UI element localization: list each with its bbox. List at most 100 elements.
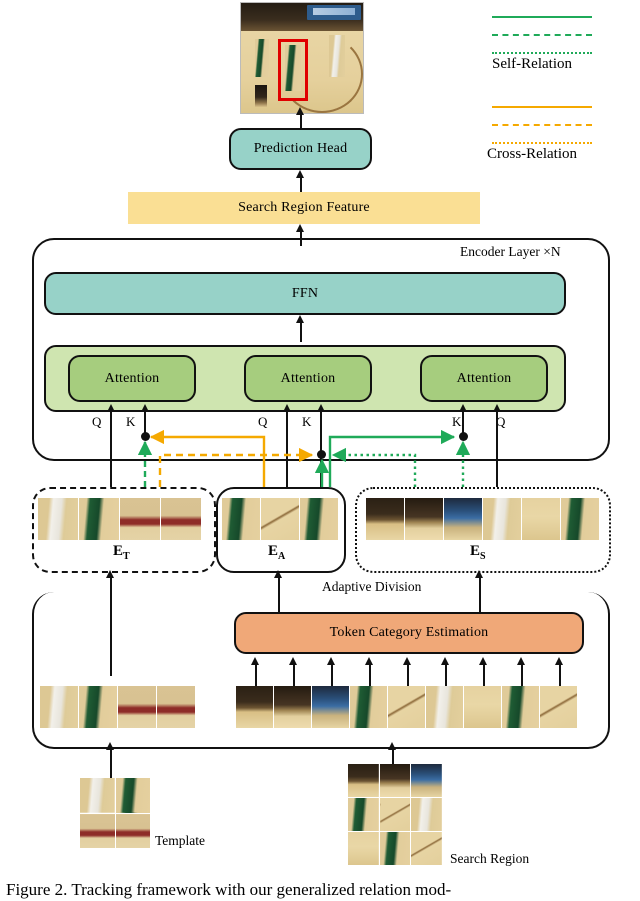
ES-patch-2	[405, 498, 443, 540]
ffn-block[interactable]: FFN	[44, 272, 566, 315]
player-green-left	[255, 39, 269, 77]
player-white-right	[329, 35, 345, 77]
legend-cross-dashed	[492, 124, 592, 126]
arrow-tce-to-ES-head	[475, 570, 483, 578]
token-group-EA-label: EA	[268, 543, 285, 562]
ET-patch-row	[38, 498, 202, 540]
search-cell-7	[348, 832, 379, 865]
ES-label-sub: S	[480, 551, 486, 562]
qline-adaptive	[286, 410, 288, 488]
player-foreground	[255, 85, 267, 107]
figure-caption: Figure 2. Tracking framework with our ge…	[6, 880, 452, 899]
prediction-head-block[interactable]: Prediction Head	[229, 128, 372, 170]
tracking-output-frame	[240, 2, 364, 114]
EA-patch-3	[300, 498, 338, 540]
ET-patch-1	[38, 498, 78, 540]
arrow-encoder-to-feature-head	[296, 224, 304, 232]
ES-patch-4	[483, 498, 521, 540]
legend-cross-relation-label: Cross-Relation	[487, 146, 577, 162]
ET-patch-3	[120, 498, 160, 540]
attention-label-1: Attention	[104, 370, 160, 386]
legend-self-dotted	[492, 52, 592, 54]
search-cell-8	[379, 832, 411, 865]
arrow-pred-to-frame-shaft	[300, 113, 302, 129]
arrow-search-to-tokens-head	[388, 742, 396, 750]
port-label-q2: Q	[258, 414, 268, 429]
arrow-pred-to-frame-head	[296, 107, 304, 115]
arrow-template-to-tokens-head	[106, 742, 114, 750]
search-region-feature-block[interactable]: Search Region Feature	[128, 192, 480, 224]
attention-label-3: Attention	[456, 370, 512, 386]
prediction-head-label: Prediction Head	[253, 141, 348, 156]
ad-board-text	[313, 8, 355, 15]
template-source-image	[80, 778, 150, 848]
search-token-9	[540, 686, 577, 728]
attention-block-adaptive[interactable]: Attention	[244, 355, 372, 402]
template-label: Template	[155, 833, 206, 848]
EA-label-main: E	[268, 543, 279, 559]
search-token-row	[236, 686, 578, 728]
legend-self-relation-label: Self-Relation	[492, 56, 572, 72]
search-token-3	[312, 686, 349, 728]
search-cell-9	[411, 832, 442, 865]
search-region-source-image	[348, 764, 442, 865]
template-token-2	[79, 686, 117, 728]
search-token-8	[502, 686, 539, 728]
search-cell-6	[411, 798, 442, 831]
template-cell-4	[115, 813, 150, 848]
search-token-7	[464, 686, 501, 728]
ES-patch-row	[366, 498, 600, 540]
search-token-4	[350, 686, 387, 728]
search-token-2	[274, 686, 311, 728]
port-label-k1: K	[126, 414, 136, 429]
legend-cross-solid	[492, 106, 592, 108]
EA-patch-2	[261, 498, 299, 540]
ES-patch-6	[561, 498, 599, 540]
attention-block-template[interactable]: Attention	[68, 355, 196, 402]
arrow-attn-to-ffn-shaft	[300, 322, 302, 342]
ET-patch-2	[79, 498, 119, 540]
legend-self-solid	[492, 16, 592, 18]
port-label-k2: K	[302, 414, 312, 429]
EA-patch-row	[222, 498, 339, 540]
ffn-label: FFN	[291, 285, 319, 301]
ET-label-sub: T	[123, 551, 130, 562]
attention-label-2: Attention	[280, 370, 336, 386]
arrow-attn-to-ffn-head	[296, 315, 304, 323]
template-cell-1	[80, 778, 115, 813]
token-group-ES-label: ES	[470, 543, 486, 562]
search-cell-1	[348, 764, 379, 797]
figure-canvas: Prediction Head Search Region Feature En…	[0, 0, 640, 901]
k-junction-template	[141, 432, 150, 441]
arrow-tce-to-EA-head	[274, 570, 282, 578]
ES-patch-3	[444, 498, 482, 540]
template-token-4	[157, 686, 195, 728]
search-cell-2	[379, 764, 411, 797]
arrow-feature-to-pred-shaft	[300, 177, 302, 192]
encoder-layer-label: Encoder Layer ×N	[460, 244, 561, 259]
legend-self-relation	[492, 16, 612, 54]
search-region-feature-label: Search Region Feature	[238, 200, 370, 215]
search-cell-4	[348, 798, 379, 831]
template-token-row	[40, 686, 196, 728]
legend-cross-relation	[492, 106, 612, 144]
search-token-5	[388, 686, 425, 728]
search-region-label: Search Region	[450, 851, 530, 866]
arrow-tokens-to-ET-head	[106, 570, 114, 578]
k-junction-search	[459, 432, 468, 441]
port-label-k3: K	[452, 414, 462, 429]
token-group-ET-label: ET	[113, 543, 130, 562]
template-cell-2	[115, 778, 150, 813]
EA-label-sub: A	[278, 551, 286, 562]
ET-label-main: E	[113, 543, 124, 559]
kline-adaptive	[320, 410, 322, 488]
search-token-1	[236, 686, 273, 728]
qline-search	[496, 410, 498, 488]
ES-patch-5	[522, 498, 560, 540]
ET-patch-4	[161, 498, 201, 540]
ES-patch-1	[366, 498, 404, 540]
template-token-3	[118, 686, 156, 728]
attention-block-search[interactable]: Attention	[420, 355, 548, 402]
ES-label-main: E	[470, 543, 481, 559]
qline-template	[110, 410, 112, 488]
